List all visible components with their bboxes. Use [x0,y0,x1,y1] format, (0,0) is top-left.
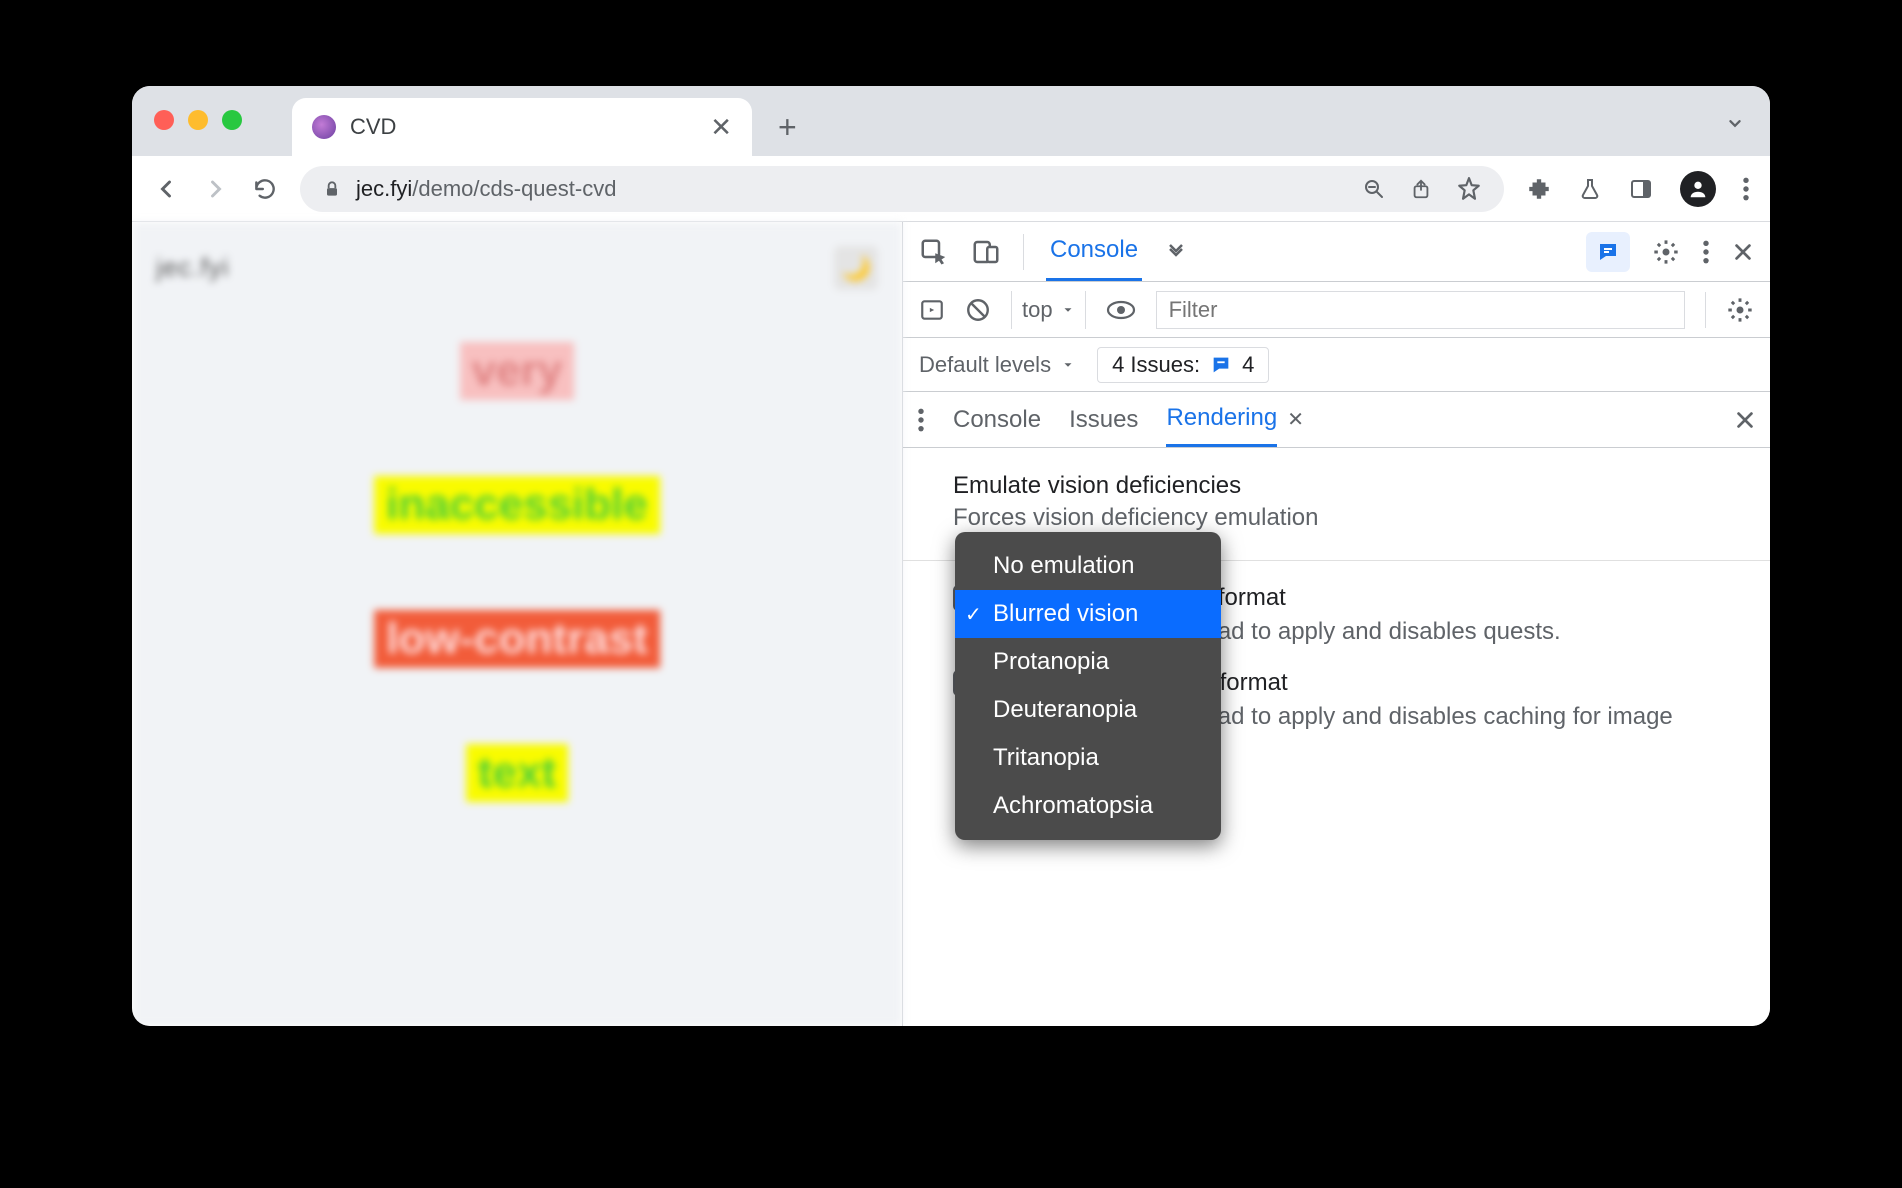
dropdown-option[interactable]: Deuteranopia [955,686,1221,734]
devtools-close-icon[interactable] [1732,241,1754,263]
page-word: inaccessible [374,476,660,534]
new-tab-button[interactable]: + [778,109,797,156]
context-selector[interactable]: top [1011,291,1086,329]
drawer-tabbar: Console Issues Rendering ✕ [903,392,1770,448]
page-word: text [466,744,568,802]
browser-menu-icon[interactable] [1742,176,1750,202]
window-close-button[interactable] [154,110,174,130]
device-toggle-icon[interactable] [971,237,1001,267]
tabs-overflow-button[interactable] [1724,112,1746,134]
devtools-tabs-overflow-icon[interactable] [1164,240,1188,264]
window-maximize-button[interactable] [222,110,242,130]
console-filter-input[interactable] [1156,291,1685,329]
drawer-tab-console[interactable]: Console [953,406,1041,434]
extensions-icon[interactable] [1526,176,1552,202]
rendering-panel: Emulate vision deficiencies Forces visio… [903,448,1770,809]
drawer-tab-rendering[interactable]: Rendering [1166,392,1277,447]
window-controls [154,110,242,130]
drawer-close-icon[interactable] [1734,409,1756,431]
dropdown-option[interactable]: Tritanopia [955,734,1221,782]
console-levels-bar: Default levels 4 Issues: 4 [903,338,1770,392]
url-host: jec.fyi [356,176,412,201]
inspect-icon[interactable] [919,237,949,267]
tab-bar: CVD ✕ + [132,86,1770,156]
clear-console-icon[interactable] [965,297,991,323]
page-words: very inaccessible low-contrast text [374,342,660,802]
url-path: /demo/cds-quest-cvd [412,176,616,201]
toolbar-actions [1526,171,1750,207]
drawer-tab-close-icon[interactable]: ✕ [1287,407,1304,432]
theme-toggle-button[interactable]: 🌙 [834,246,878,290]
devtools-topbar: Console [903,222,1770,282]
browser-window: CVD ✕ + jec.fyi/demo/cds-quest-cvd [132,86,1770,1026]
url-text: jec.fyi/demo/cds-quest-cvd [356,176,1348,202]
devtools-menu-icon[interactable] [1702,239,1710,265]
forward-button[interactable] [202,175,230,203]
live-expression-icon[interactable] [1106,299,1136,321]
devtools-panel: Console top [902,222,1770,1026]
dropdown-option[interactable]: Protanopia [955,638,1221,686]
tab-close-button[interactable]: ✕ [710,112,732,143]
dropdown-option[interactable]: No emulation [955,542,1221,590]
labs-icon[interactable] [1578,176,1602,202]
issues-chip-icon [1210,354,1232,376]
drawer-tab-issues[interactable]: Issues [1069,406,1138,434]
page-word: low-contrast [374,610,660,668]
page-logo: jec.fyi [156,252,229,283]
profile-avatar[interactable] [1680,171,1716,207]
issues-label: 4 Issues: [1112,352,1200,378]
dropdown-option-selected[interactable]: ✓ Blurred vision [955,590,1221,638]
tab-title: CVD [350,114,696,140]
tab-favicon [312,115,336,139]
check-icon: ✓ [965,602,982,627]
log-levels-selector[interactable]: Default levels [919,352,1075,378]
lock-icon [322,179,342,199]
page-word: very [460,342,575,400]
devtools-tab-console[interactable]: Console [1046,222,1142,281]
zoom-out-icon[interactable] [1362,177,1386,201]
window-minimize-button[interactable] [188,110,208,130]
reload-button[interactable] [252,176,278,202]
log-levels-label: Default levels [919,352,1051,378]
content-split: jec.fyi 🌙 very inaccessible low-contrast… [132,222,1770,1026]
back-button[interactable] [152,175,180,203]
settings-gear-icon[interactable] [1652,238,1680,266]
console-toolbar: top [903,282,1770,338]
vision-deficiency-dropdown[interactable]: No emulation ✓ Blurred vision Protanopia… [955,532,1221,840]
issues-count: 4 [1242,352,1254,378]
browser-tab[interactable]: CVD ✕ [292,98,752,156]
issues-counter[interactable]: 4 Issues: 4 [1097,347,1269,383]
drawer-menu-icon[interactable] [917,407,925,433]
bookmark-icon[interactable] [1456,176,1482,202]
dropdown-option[interactable]: Achromatopsia [955,782,1221,830]
browser-toolbar: jec.fyi/demo/cds-quest-cvd [132,156,1770,222]
console-settings-gear-icon[interactable] [1726,296,1754,324]
issues-indicator-button[interactable] [1586,232,1630,272]
rendering-setting-subtitle: Forces vision deficiency emulation [953,504,1720,532]
page-viewport[interactable]: jec.fyi 🌙 very inaccessible low-contrast… [132,222,902,1026]
context-label: top [1022,297,1053,323]
sidepanel-icon[interactable] [1628,177,1654,201]
share-icon[interactable] [1410,177,1432,201]
console-sidebar-toggle-icon[interactable] [919,297,945,323]
omnibox-actions [1362,176,1482,202]
address-bar[interactable]: jec.fyi/demo/cds-quest-cvd [300,166,1504,212]
rendering-setting-title: Emulate vision deficiencies [953,472,1720,500]
